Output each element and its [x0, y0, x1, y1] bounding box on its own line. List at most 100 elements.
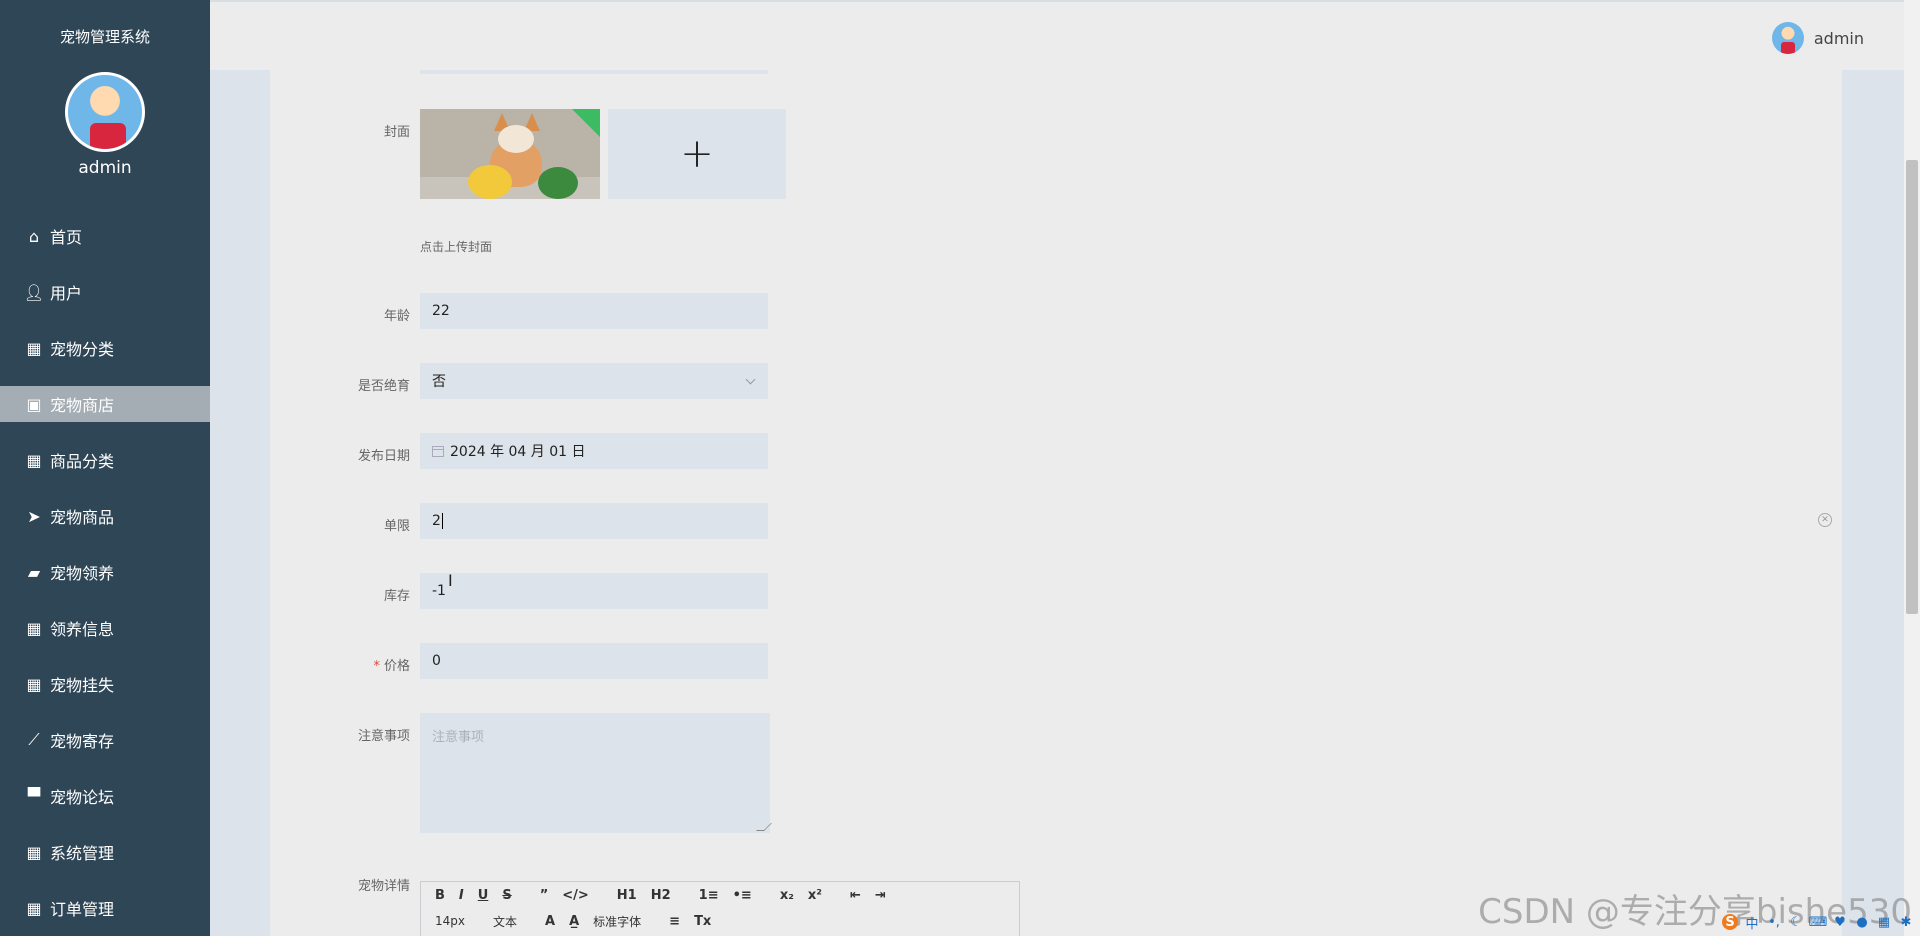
- stock-value: -1: [432, 583, 446, 599]
- publish-date-label: 发布日期: [357, 449, 410, 464]
- age-input[interactable]: 22: [420, 293, 768, 329]
- sidebar-item-label: 宠物论坛: [50, 788, 115, 807]
- sidebar-item-label: 领养信息: [50, 620, 115, 639]
- notes-placeholder: 注意事项: [432, 730, 485, 745]
- sidebar-item-pet-adoption[interactable]: ▰ 宠物领养: [0, 544, 210, 600]
- limit-value: 2: [432, 513, 441, 529]
- outdent-button[interactable]: ⇤: [850, 888, 861, 903]
- price-value: 0: [432, 653, 441, 669]
- sidebar-item-label: 宠物挂失: [50, 676, 115, 695]
- top-bar: admin: [210, 0, 1920, 70]
- ime-tray: S 中 •, ☾ ⌨ ♥ ● ▦ ✱: [1722, 914, 1914, 932]
- bullet-list-button[interactable]: •≡: [733, 888, 752, 903]
- neutered-label: 是否绝育: [357, 379, 410, 394]
- cover-image[interactable]: [420, 109, 600, 199]
- stock-label: 库存: [383, 589, 410, 604]
- sidebar-item-label: 用户: [50, 284, 83, 303]
- sidebar-item-pet-category[interactable]: ▦ 宠物分类: [0, 320, 210, 376]
- align-button[interactable]: ≡: [669, 914, 680, 929]
- notes-textarea[interactable]: 注意事项: [420, 713, 772, 833]
- limit-input[interactable]: 2: [420, 503, 768, 539]
- h2-button[interactable]: H2: [651, 888, 671, 903]
- skin-icon[interactable]: ♥: [1832, 914, 1848, 930]
- required-mark: *: [373, 659, 380, 674]
- grid-icon: ▦: [26, 338, 42, 358]
- block-type-select[interactable]: 文本: [493, 913, 517, 930]
- header-username: admin: [1813, 28, 1864, 48]
- grid-icon: ▦: [26, 674, 42, 694]
- stock-input[interactable]: -1: [420, 573, 768, 609]
- clear-format-button[interactable]: Tx: [694, 914, 711, 929]
- desktop-icon: ▀: [27, 786, 41, 806]
- font-color-button[interactable]: A: [545, 914, 555, 929]
- user-menu[interactable]: admin: [1771, 22, 1864, 54]
- sidebar-item-product-category[interactable]: ▦ 商品分类: [0, 432, 210, 488]
- ticket-icon: ▰: [27, 562, 41, 582]
- sidebar-item-pet-store[interactable]: ▣ 宠物商店: [0, 386, 210, 422]
- publish-date-picker[interactable]: 2024 年 04 月 01 日: [420, 433, 768, 469]
- scrollbar-thumb[interactable]: [1906, 160, 1918, 614]
- ime-chinese-icon[interactable]: 中: [1744, 914, 1760, 932]
- details-label: 宠物详情: [357, 879, 410, 894]
- grid-icon: ▦: [26, 898, 42, 918]
- voice-icon[interactable]: ●: [1854, 914, 1870, 930]
- upload-cover-button[interactable]: +: [608, 109, 786, 199]
- sidebar-item-users[interactable]: 👤︎ 用户: [0, 264, 210, 320]
- clear-icon[interactable]: ✕: [1818, 513, 1832, 527]
- sidebar: 宠物管理系统 admin ⌂ 首页 👤︎ 用户 ▦ 宠物分类 ▣ 宠物商店 ▦ …: [0, 0, 210, 936]
- sidebar-username: admin: [78, 158, 132, 178]
- neutered-select[interactable]: 否: [420, 363, 768, 399]
- indent-button[interactable]: ⇥: [875, 888, 886, 903]
- italic-button[interactable]: I: [459, 888, 464, 903]
- ordered-list-button[interactable]: 1≡: [699, 888, 719, 903]
- sidebar-item-label: 商品分类: [50, 452, 115, 471]
- price-input[interactable]: 0: [420, 643, 768, 679]
- mouse-ibeam-cursor: I: [448, 571, 453, 590]
- punctuation-icon[interactable]: •,: [1766, 914, 1782, 930]
- grid-icon: ▦: [26, 450, 42, 470]
- settings-icon[interactable]: ✱: [1898, 914, 1914, 930]
- age-value: 22: [432, 303, 450, 319]
- font-size-select[interactable]: 14px: [435, 914, 465, 928]
- grid-icon: ▦: [26, 618, 42, 638]
- subscript-button[interactable]: x₂: [780, 888, 794, 903]
- underline-button[interactable]: U: [478, 888, 489, 903]
- sidebar-item-pet-forum[interactable]: ▀ 宠物论坛: [0, 768, 210, 824]
- page-scrollbar[interactable]: [1904, 0, 1920, 936]
- sidebar-item-adoption-info[interactable]: ▦ 领养信息: [0, 600, 210, 656]
- calendar-icon: [432, 445, 444, 457]
- publish-date-value: 2024 年 04 月 01 日: [450, 444, 586, 460]
- h1-button[interactable]: H1: [617, 888, 637, 903]
- blockquote-button[interactable]: ”: [540, 888, 549, 903]
- background-color-button[interactable]: A̲: [569, 914, 579, 929]
- limit-label: 单限: [383, 519, 410, 534]
- code-block-button[interactable]: </>: [562, 888, 589, 903]
- keyboard-icon[interactable]: ⌨: [1809, 914, 1828, 930]
- sidebar-item-pet-products[interactable]: ➤ 宠物商品: [0, 488, 210, 544]
- bold-button[interactable]: B: [435, 888, 445, 903]
- sidebar-item-pet-lost[interactable]: ▦ 宠物挂失: [0, 656, 210, 712]
- upload-hint: 点击上传封面: [420, 240, 493, 254]
- rich-text-editor[interactable]: B I U S ” </> H1 H2 1≡ •≡ x₂ x² ⇤ ⇥ 14px…: [420, 881, 1020, 936]
- sidebar-item-home[interactable]: ⌂ 首页: [0, 208, 210, 264]
- grid-icon: ▦: [26, 842, 42, 862]
- sidebar-item-system-management[interactable]: ▦ 系统管理: [0, 824, 210, 880]
- uploaded-check-icon: [572, 109, 600, 137]
- sidebar-item-pet-boarding[interactable]: ⟋ 宠物寄存: [0, 712, 210, 768]
- sogou-icon[interactable]: S: [1722, 914, 1738, 930]
- sidebar-item-label: 首页: [50, 228, 83, 247]
- toolbox-icon[interactable]: ▦: [1876, 914, 1892, 930]
- sidebar-item-label: 宠物领养: [50, 564, 115, 583]
- user-icon: 👤︎: [23, 282, 45, 302]
- home-icon: ⌂: [28, 226, 40, 246]
- strike-button[interactable]: S: [502, 888, 511, 903]
- moon-icon[interactable]: ☾: [1788, 914, 1804, 930]
- notes-label: 注意事项: [357, 729, 410, 744]
- plus-icon: +: [680, 131, 714, 177]
- resize-handle[interactable]: [756, 823, 772, 831]
- cover-label: 封面: [383, 125, 410, 140]
- font-family-select[interactable]: 标准字体: [593, 913, 641, 930]
- superscript-button[interactable]: x²: [808, 888, 822, 903]
- sidebar-item-order-management[interactable]: ▦ 订单管理: [0, 880, 210, 936]
- system-title: 宠物管理系统: [59, 27, 150, 46]
